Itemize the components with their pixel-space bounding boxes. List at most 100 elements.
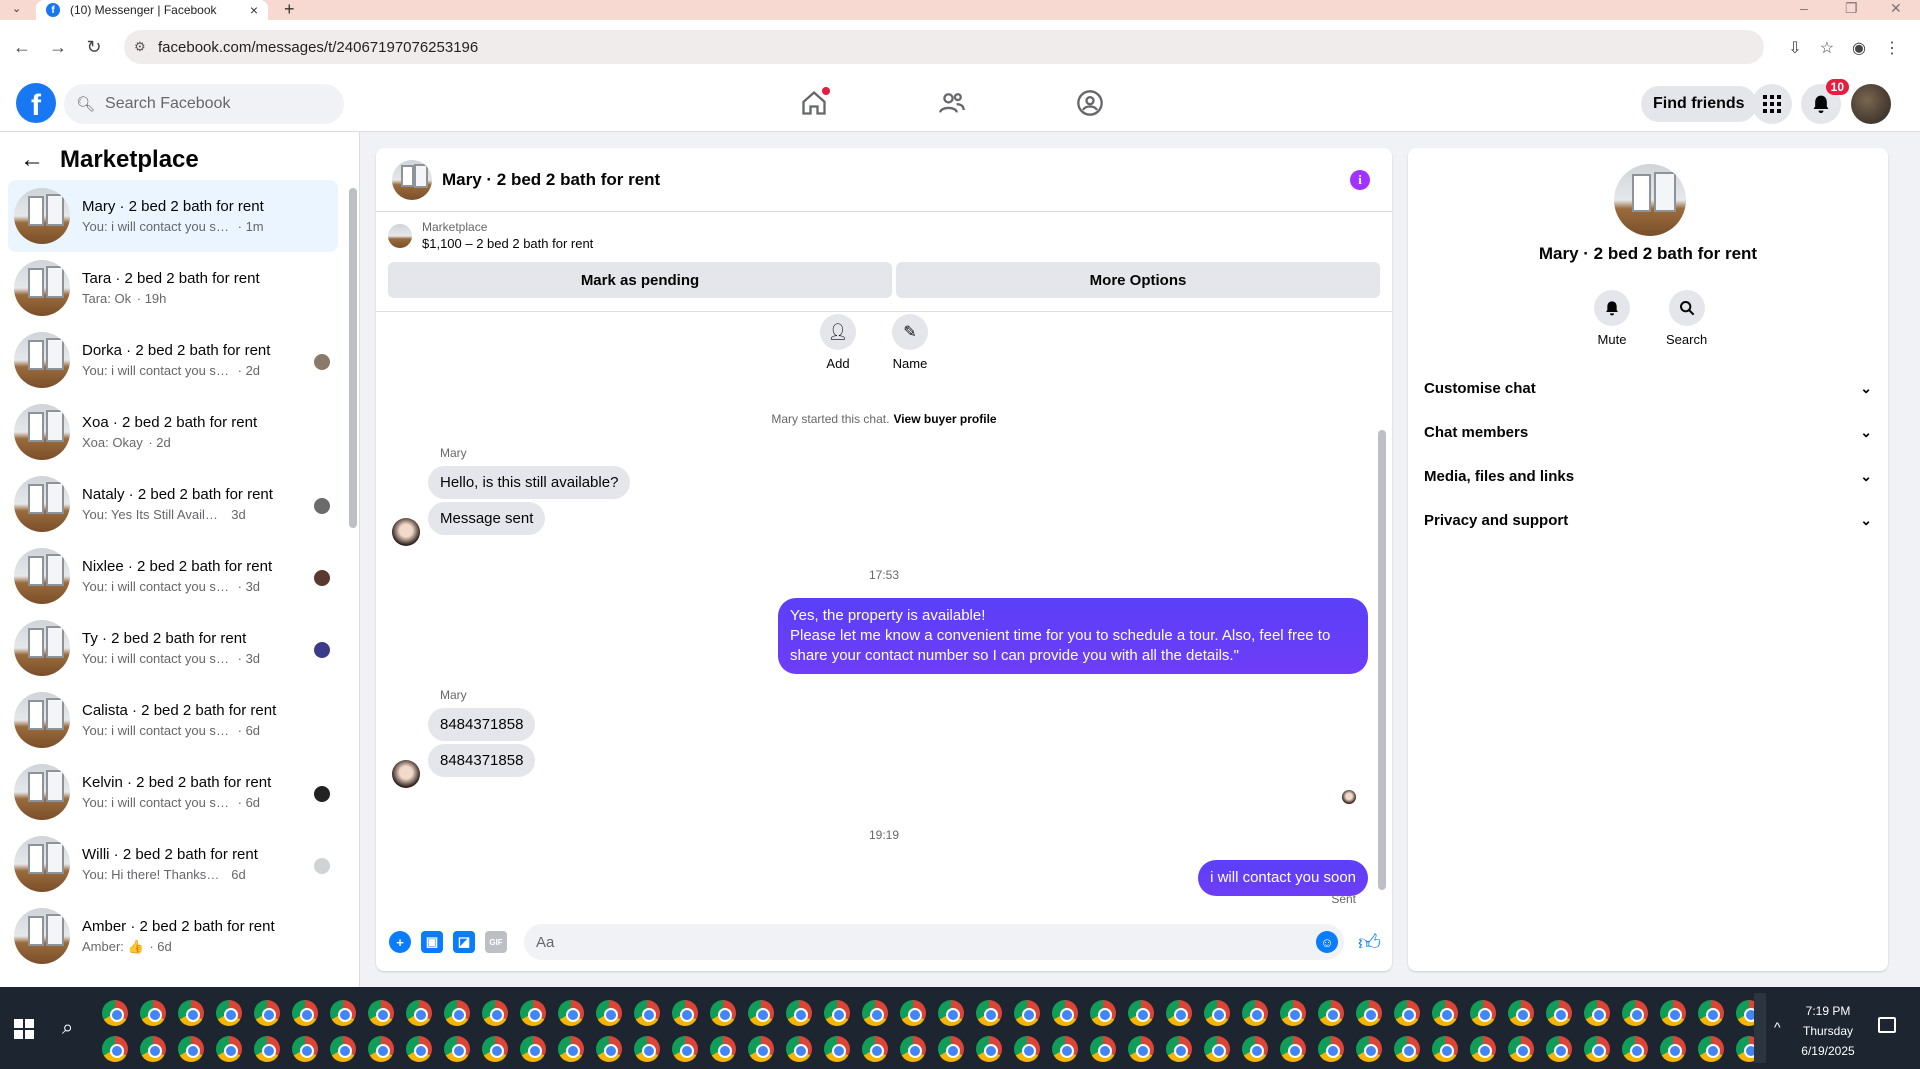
chrome-taskbar-icon[interactable] [292, 1036, 318, 1062]
taskbar-scroll[interactable] [1754, 993, 1766, 1063]
add-people-button[interactable]: 👤︎ Add [820, 314, 856, 371]
chrome-taskbar-icon[interactable] [672, 1000, 698, 1026]
more-actions-plus-icon[interactable]: + [389, 931, 411, 953]
close-tab-icon[interactable]: × [250, 2, 258, 18]
chrome-taskbar-icon[interactable] [558, 1036, 584, 1062]
chrome-taskbar-icon[interactable] [748, 1036, 774, 1062]
chat-scrollbar[interactable] [1378, 310, 1386, 906]
back-arrow-icon[interactable]: ← [20, 146, 44, 174]
message-input-wrapper[interactable]: ☺ [524, 924, 1344, 960]
media-files-links-section[interactable]: Media, files and links ⌄ [1424, 468, 1872, 485]
chrome-taskbar-icon[interactable] [1508, 1036, 1534, 1062]
chrome-taskbar-icon[interactable] [900, 1036, 926, 1062]
chrome-taskbar-icon[interactable] [216, 1036, 242, 1062]
name-chat-button[interactable]: ✎ Name [892, 314, 928, 371]
chrome-taskbar-icon[interactable] [1052, 1000, 1078, 1026]
listing-price-title[interactable]: $1,100 – 2 bed 2 bath for rent [422, 236, 593, 251]
chrome-taskbar-icon[interactable] [520, 1036, 546, 1062]
details-listing-thumbnail[interactable] [1614, 164, 1686, 236]
chrome-taskbar-icon[interactable] [1660, 1036, 1686, 1062]
chrome-taskbar-icon[interactable] [1470, 1000, 1496, 1026]
incoming-message[interactable]: Message sent [428, 502, 546, 535]
chrome-taskbar-icon[interactable] [976, 1000, 1002, 1026]
bookmark-star-icon[interactable]: ☆ [1820, 38, 1834, 58]
friends-nav-icon[interactable] [938, 89, 968, 119]
chat-listing-thumbnail[interactable] [392, 159, 432, 200]
chrome-taskbar-icon[interactable] [1470, 1036, 1496, 1062]
show-hidden-icons-icon[interactable]: ^ [1774, 1019, 1781, 1035]
chrome-taskbar-icon[interactable] [102, 1036, 128, 1062]
chrome-taskbar-icon[interactable] [1128, 1036, 1154, 1062]
chrome-taskbar-icon[interactable] [1204, 1000, 1230, 1026]
chrome-taskbar-icon[interactable] [1318, 1036, 1344, 1062]
chrome-taskbar-icon[interactable] [710, 1036, 736, 1062]
chrome-taskbar-icon[interactable] [824, 1036, 850, 1062]
facebook-search[interactable]: 🔍︎ [64, 84, 344, 124]
home-nav-icon[interactable] [800, 87, 830, 119]
message-input[interactable] [536, 933, 1296, 951]
chrome-taskbar-icon[interactable] [1622, 1036, 1648, 1062]
chrome-taskbar-icon[interactable] [1394, 1000, 1420, 1026]
conversation-item[interactable]: Tara · 2 bed 2 bath for rent Tara: Ok · 1… [8, 252, 338, 324]
outgoing-message[interactable]: i will contact you soon [1198, 860, 1368, 896]
chrome-taskbar-icon[interactable] [254, 1000, 280, 1026]
incoming-message[interactable]: 8484371858 [428, 708, 536, 741]
chrome-taskbar-icon[interactable] [976, 1036, 1002, 1062]
chrome-taskbar-icon[interactable] [1546, 1000, 1572, 1026]
chrome-taskbar-icon[interactable] [368, 1036, 394, 1062]
notifications-bell-icon[interactable]: 10 [1801, 79, 1849, 124]
chrome-taskbar-icon[interactable] [216, 1000, 242, 1026]
thumbs-up-icon[interactable]: 👍︎ [1358, 929, 1381, 956]
chrome-taskbar-icon[interactable] [330, 1000, 356, 1026]
chrome-taskbar-icon[interactable] [178, 1000, 204, 1026]
chat-title[interactable]: Mary · 2 bed 2 bath for rent [442, 170, 660, 190]
taskbar-clock[interactable]: 7:19 PM Thursday 6/19/2025 [1788, 1001, 1868, 1061]
conversation-item[interactable]: Mary · 2 bed 2 bath for rent You: i will … [8, 180, 338, 252]
chrome-taskbar-icon[interactable] [330, 1036, 356, 1062]
info-icon[interactable]: i [1350, 170, 1370, 190]
chrome-taskbar-icon[interactable] [1242, 1000, 1268, 1026]
chrome-taskbar-icon[interactable] [1052, 1036, 1078, 1062]
sender-avatar[interactable] [392, 760, 420, 788]
chrome-taskbar-icon[interactable] [1242, 1036, 1268, 1062]
page-scrollbar[interactable] [1908, 132, 1920, 987]
mute-button[interactable]: Mute [1594, 290, 1630, 347]
chrome-taskbar-icon[interactable] [102, 1000, 128, 1026]
chrome-taskbar-icon[interactable] [786, 1036, 812, 1062]
conversation-item[interactable]: Calista · 2 bed 2 bath for rent You: i wi… [8, 684, 338, 756]
sender-avatar[interactable] [392, 518, 420, 546]
chrome-taskbar-icon[interactable] [1584, 1000, 1610, 1026]
address-bar[interactable]: ⚙ facebook.com/messages/t/24067197076253… [124, 30, 1764, 64]
chrome-taskbar-icon[interactable] [1698, 1000, 1724, 1026]
chat-members-section[interactable]: Chat members ⌄ [1424, 424, 1872, 441]
chrome-taskbar-icon[interactable] [672, 1036, 698, 1062]
chrome-taskbar-icon[interactable] [1660, 1000, 1686, 1026]
customise-chat-section[interactable]: Customise chat ⌄ [1424, 380, 1872, 397]
chrome-taskbar-icon[interactable] [1090, 1036, 1116, 1062]
chrome-taskbar-icon[interactable] [900, 1000, 926, 1026]
conversation-item[interactable]: Nataly · 2 bed 2 bath for rent You: Yes I… [8, 468, 338, 540]
gif-icon[interactable]: GIF [485, 931, 507, 953]
chrome-taskbar-icon[interactable] [634, 1000, 660, 1026]
chrome-taskbar-icon[interactable] [1622, 1000, 1648, 1026]
conversation-item[interactable]: Dorka · 2 bed 2 bath for rent You: i will… [8, 324, 338, 396]
sidebar-scrollbar[interactable] [349, 162, 357, 977]
chrome-taskbar-icon[interactable] [444, 1000, 470, 1026]
chrome-taskbar-icon[interactable] [482, 1036, 508, 1062]
chrome-taskbar-icon[interactable] [1546, 1036, 1572, 1062]
chrome-taskbar-icon[interactable] [938, 1000, 964, 1026]
incoming-message[interactable]: 8484371858 [428, 744, 536, 777]
conversation-item[interactable]: Kelvin · 2 bed 2 bath for rent You: i wil… [8, 756, 338, 828]
chrome-taskbar-icon[interactable] [748, 1000, 774, 1026]
tab-list-icon[interactable]: ⌄ [12, 2, 21, 15]
search-conversation-button[interactable]: Search [1666, 290, 1707, 347]
more-options-button[interactable]: More Options [896, 262, 1380, 298]
chrome-taskbar-icon[interactable] [1584, 1036, 1610, 1062]
chrome-taskbar-icon[interactable] [1014, 1036, 1040, 1062]
chrome-taskbar-icon[interactable] [1128, 1000, 1154, 1026]
browser-tab[interactable]: f (10) Messenger | Facebook × [36, 0, 268, 20]
outgoing-message[interactable]: Yes, the property is available! Please l… [778, 598, 1368, 674]
chrome-taskbar-icon[interactable] [140, 1036, 166, 1062]
chrome-taskbar-icon[interactable] [862, 1036, 888, 1062]
chrome-taskbar-icon[interactable] [1356, 1036, 1382, 1062]
